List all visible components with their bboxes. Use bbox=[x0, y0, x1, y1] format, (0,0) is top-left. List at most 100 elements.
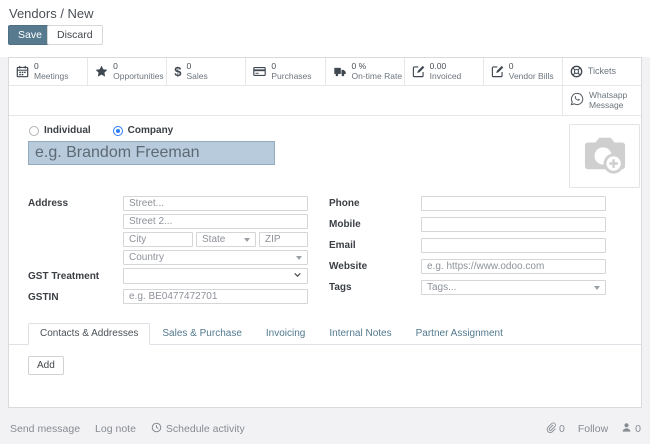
mobile-input[interactable] bbox=[421, 217, 606, 232]
tags-placeholder: Tags... bbox=[427, 282, 456, 293]
credit-card-icon bbox=[253, 65, 266, 78]
add-button[interactable]: Add bbox=[28, 356, 64, 375]
stat-button-sales[interactable]: $0Sales bbox=[167, 58, 246, 85]
attachments-button[interactable]: 0 bbox=[545, 422, 565, 436]
form-body: Individual Company Address State bbox=[9, 117, 641, 407]
website-label: Website bbox=[329, 261, 367, 272]
stat-label: Vendor Bills bbox=[509, 72, 554, 82]
stat-button-tickets[interactable]: Tickets bbox=[563, 58, 641, 85]
discard-button[interactable]: Discard bbox=[47, 25, 103, 45]
radio-circle bbox=[113, 126, 123, 136]
tab-internal-notes[interactable]: Internal Notes bbox=[317, 323, 403, 345]
paperclip-icon bbox=[545, 422, 556, 436]
tags-label: Tags bbox=[329, 282, 352, 293]
radio-company[interactable]: Company bbox=[113, 125, 174, 136]
stat-button-purchases[interactable]: 0Purchases bbox=[246, 58, 325, 85]
stat-label: Sales bbox=[186, 72, 207, 82]
radio-label: Individual bbox=[44, 125, 91, 136]
email-label: Email bbox=[329, 240, 356, 251]
gstin-input[interactable] bbox=[123, 289, 308, 304]
photo-upload-box[interactable] bbox=[569, 124, 640, 188]
gst-treatment-select[interactable] bbox=[123, 268, 308, 284]
stat-button-opportunities[interactable]: 0Opportunities bbox=[88, 58, 167, 85]
secondary-button-row: Whatsapp Message bbox=[9, 86, 641, 116]
state-select-value: State bbox=[202, 234, 225, 245]
attachments-count: 0 bbox=[559, 423, 565, 435]
stat-text: 0 %On-time Rate bbox=[352, 62, 397, 82]
control-panel: Vendors / New Save Discard bbox=[0, 0, 650, 57]
log-note-link[interactable]: Log note bbox=[95, 423, 136, 435]
radio-circle bbox=[29, 126, 39, 136]
truck-icon bbox=[333, 65, 347, 78]
vendor-form-page: Vendors / New Save Discard 0Meetings0Opp… bbox=[0, 0, 650, 444]
city-input[interactable] bbox=[123, 232, 193, 247]
address-label: Address bbox=[28, 198, 68, 209]
company-type-radio-group: Individual Company bbox=[29, 125, 173, 136]
gst-treatment-label: GST Treatment bbox=[28, 271, 99, 282]
chevron-down-icon bbox=[296, 256, 302, 260]
whatsapp-message-button[interactable]: Whatsapp Message bbox=[562, 86, 641, 115]
breadcrumb[interactable]: Vendors / New bbox=[9, 6, 94, 21]
lifebuoy-icon bbox=[570, 65, 583, 78]
calendar-icon bbox=[16, 65, 29, 78]
stat-label: Opportunities bbox=[113, 72, 159, 82]
vendor-name-input[interactable] bbox=[28, 141, 275, 165]
dollar-icon: $ bbox=[174, 65, 181, 78]
stat-label: Purchases bbox=[271, 72, 311, 82]
notebook-tabs: Contacts & AddressesSales & PurchaseInvo… bbox=[9, 324, 641, 345]
state-select[interactable]: State bbox=[196, 232, 256, 247]
website-input[interactable] bbox=[421, 259, 606, 274]
tab-partner-assignment[interactable]: Partner Assignment bbox=[404, 323, 515, 345]
chevron-down-icon bbox=[244, 238, 250, 242]
stat-text: 0Sales bbox=[186, 62, 207, 82]
whatsapp-icon bbox=[570, 92, 584, 109]
zip-input[interactable] bbox=[259, 232, 308, 247]
send-message-link[interactable]: Send message bbox=[10, 423, 80, 435]
tab-invoicing[interactable]: Invoicing bbox=[254, 323, 317, 345]
stat-text: 0Meetings bbox=[34, 62, 69, 82]
radio-label: Company bbox=[128, 125, 174, 136]
country-select-value: Country bbox=[129, 252, 164, 263]
camera-plus-icon bbox=[582, 133, 628, 180]
form-card: 0Meetings 0Opportunities $0Sales 0Purchases… bbox=[8, 57, 642, 408]
star-icon bbox=[95, 65, 108, 78]
chatter-bar: Send message Log note Schedule activity … bbox=[0, 408, 650, 444]
followers-count: 0 bbox=[635, 423, 641, 435]
schedule-activity-label: Schedule activity bbox=[166, 423, 245, 435]
tags-select[interactable]: Tags... bbox=[421, 280, 606, 295]
stat-text: 0Opportunities bbox=[113, 62, 159, 82]
save-button[interactable]: Save bbox=[8, 25, 52, 45]
stat-button-vendor-bills[interactable]: 0Vendor Bills bbox=[484, 58, 563, 85]
pencil-square-icon bbox=[412, 65, 425, 78]
stat-label: On-time Rate bbox=[352, 72, 397, 82]
tab-contacts-addresses[interactable]: Contacts & Addresses bbox=[28, 323, 150, 345]
email-input[interactable] bbox=[421, 238, 606, 253]
stat-text: Tickets bbox=[588, 66, 616, 76]
schedule-activity-link[interactable]: Schedule activity bbox=[151, 422, 245, 436]
phone-input[interactable] bbox=[421, 196, 606, 211]
stat-button-invoiced[interactable]: 0.00Invoiced bbox=[405, 58, 484, 85]
stat-text: 0Vendor Bills bbox=[509, 62, 554, 82]
whatsapp-message-label: Whatsapp Message bbox=[589, 91, 634, 111]
person-icon bbox=[621, 422, 632, 436]
mobile-label: Mobile bbox=[329, 219, 361, 230]
chevron-down-icon bbox=[594, 286, 600, 290]
street2-input[interactable] bbox=[123, 214, 308, 229]
tab-sales-purchase[interactable]: Sales & Purchase bbox=[150, 323, 254, 345]
stat-button-on-time-rate[interactable]: 0 %On-time Rate bbox=[326, 58, 405, 85]
radio-individual[interactable]: Individual bbox=[29, 125, 91, 136]
pencil-square-icon bbox=[491, 65, 504, 78]
clock-icon bbox=[151, 422, 162, 436]
stat-text: 0Purchases bbox=[271, 62, 311, 82]
street-input[interactable] bbox=[123, 196, 308, 211]
country-select[interactable]: Country bbox=[123, 250, 308, 265]
stat-label: Tickets bbox=[588, 66, 616, 76]
stat-button-meetings[interactable]: 0Meetings bbox=[9, 58, 88, 85]
followers-button[interactable]: 0 bbox=[621, 422, 641, 436]
stat-text: 0.00Invoiced bbox=[430, 62, 462, 82]
phone-label: Phone bbox=[329, 198, 360, 209]
stat-button-row: 0Meetings 0Opportunities $0Sales 0Purchases… bbox=[9, 58, 641, 86]
follow-button[interactable]: Follow bbox=[578, 423, 608, 435]
gstin-label: GSTIN bbox=[28, 292, 59, 303]
chevron-down-icon bbox=[293, 270, 302, 282]
